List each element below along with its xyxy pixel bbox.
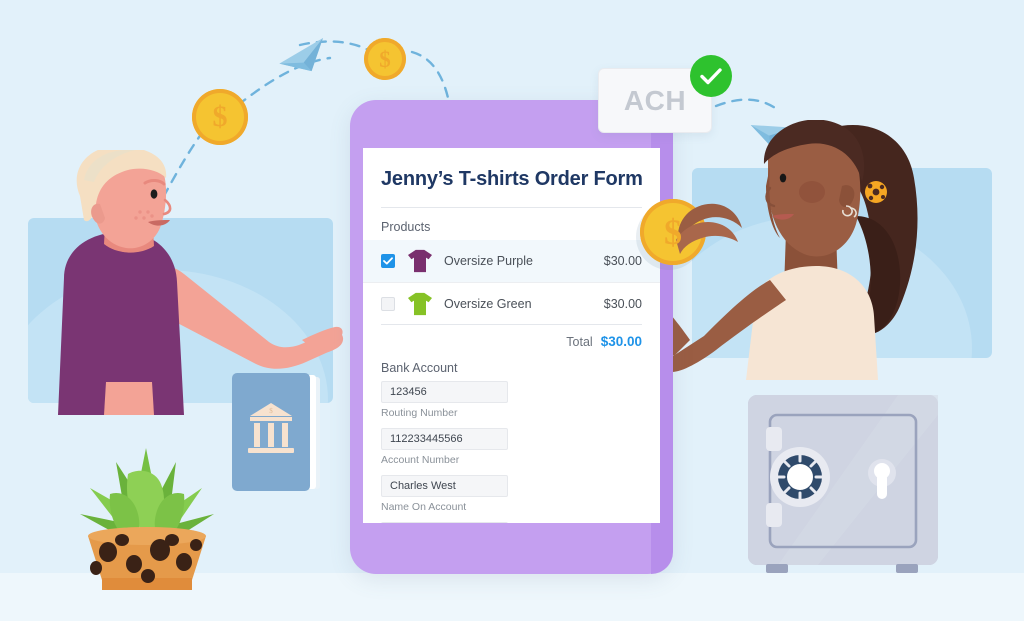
order-total-row: Total $30.00	[363, 325, 660, 349]
name-on-account-field: Charles West Name On Account	[381, 475, 508, 522]
page-title: Jenny’s T-shirts Order Form	[381, 168, 643, 190]
paper-plane-icon	[279, 38, 323, 72]
safe	[748, 395, 938, 573]
product-name: Oversize Green	[444, 296, 532, 311]
bank-account-type-field: Individiual Bank Account Type	[381, 522, 508, 523]
tshirt-icon	[408, 249, 432, 273]
account-number-field: 112233445566 Account Number	[381, 428, 508, 475]
product-row[interactable]: Oversize Purple $30.00	[363, 240, 660, 282]
coin-dollar-symbol: $	[664, 212, 682, 252]
bank-passbook: $	[232, 373, 320, 491]
coin-dollar-symbol: $	[379, 46, 391, 72]
bank-account-section-label: Bank Account	[381, 361, 458, 375]
dash-path-5	[714, 98, 780, 112]
product-checkbox-unchecked[interactable]	[381, 296, 395, 311]
tshirt-icon	[408, 292, 432, 315]
name-on-account-label: Name On Account	[381, 501, 467, 513]
check-icon	[383, 257, 393, 265]
total-value: $30.00	[600, 334, 642, 349]
routing-number-input[interactable]: 123456	[381, 381, 508, 403]
account-number-label: Account Number	[381, 454, 460, 466]
product-name: Oversize Purple	[444, 254, 533, 268]
total-label: Total	[566, 335, 593, 349]
account-number-input[interactable]: 112233445566	[381, 428, 508, 450]
coin-icon: $	[364, 38, 406, 80]
order-form-card: Jenny’s T-shirts Order Form Products Ove…	[363, 148, 660, 523]
product-checkbox-checked[interactable]	[381, 254, 395, 268]
succulent-icon	[80, 448, 214, 538]
bank-account-type-select[interactable]: Individiual	[381, 522, 508, 523]
hand-over-coin	[676, 203, 742, 254]
illustration-scene: $ Jenny’s T-shirts Order Form Products O…	[0, 0, 1024, 621]
dash-path-2	[236, 56, 332, 107]
hair-tie-icon	[865, 181, 887, 203]
coin-icon: $	[192, 89, 248, 145]
products-section-label: Products	[381, 220, 431, 234]
routing-number-label: Routing Number	[381, 407, 458, 419]
name-on-account-input[interactable]: Charles West	[381, 475, 508, 497]
ach-label: ACH	[623, 84, 687, 116]
dash-path-3	[298, 40, 374, 54]
svg-text:$: $	[269, 407, 273, 415]
check-circle-icon	[690, 55, 732, 97]
potted-plant	[80, 448, 214, 590]
routing-number-field: 123456 Routing Number	[381, 381, 508, 428]
product-price: $30.00	[603, 296, 642, 311]
coin-dollar-symbol: $	[212, 100, 228, 133]
product-row[interactable]: Oversize Green $30.00	[363, 282, 660, 324]
bank-account-fields: 123456 Routing Number 112233445566 Accou…	[363, 381, 660, 523]
product-price: $30.00	[603, 254, 642, 268]
